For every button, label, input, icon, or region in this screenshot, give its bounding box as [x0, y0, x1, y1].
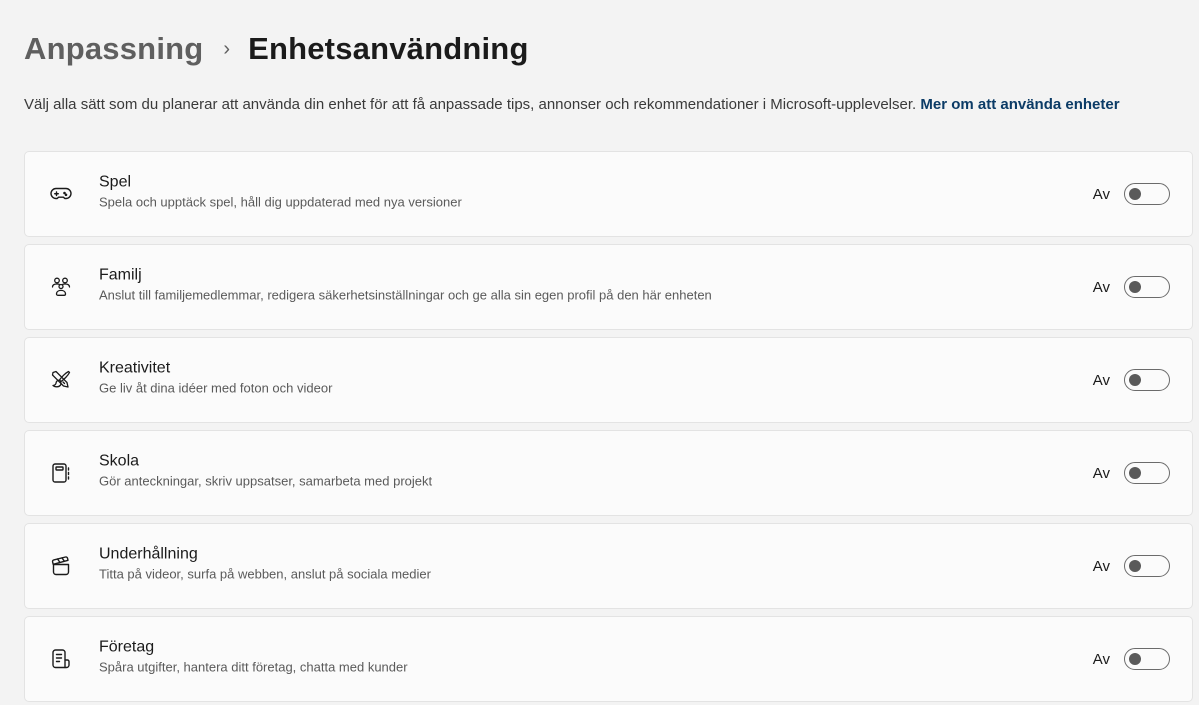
toggle-state-label: Av [1092, 278, 1110, 296]
toggle-group: Av [1093, 555, 1170, 577]
creativity-toggle[interactable] [1124, 369, 1170, 391]
toggle-group: Av [1093, 369, 1170, 391]
page-title: Enhetsanvändning [248, 31, 529, 66]
toggle-knob [1129, 653, 1141, 665]
family-icon [49, 275, 73, 299]
settings-page: Anpassning › Enhetsanvändning Välj alla … [0, 0, 1199, 705]
toggle-group: Av [1093, 276, 1170, 298]
card-subtitle: Titta på videor, surfa på webben, anslut… [99, 566, 431, 582]
gamepad-icon [49, 182, 73, 206]
entertainment-toggle[interactable] [1124, 555, 1170, 577]
toggle-group: Av [1093, 462, 1170, 484]
card-text: Företag Spåra utgifter, hantera ditt för… [99, 638, 408, 677]
card-title: Underhållning [99, 545, 198, 563]
card-subtitle: Anslut till familjemedlemmar, redigera s… [99, 287, 712, 303]
learn-more-link[interactable]: Mer om att använda enheter [920, 96, 1119, 113]
card-text: Skola Gör anteckningar, skriv uppsatser,… [99, 452, 432, 491]
card-family: Familj Anslut till familjemedlemmar, red… [24, 244, 1193, 330]
card-title: Företag [99, 638, 155, 656]
toggle-knob [1129, 467, 1141, 479]
toggle-knob [1129, 374, 1141, 386]
card-gaming: Spel Spela och upptäck spel, håll dig up… [24, 151, 1193, 237]
toggle-state-label: Av [1092, 464, 1110, 482]
toggle-state-label: Av [1092, 185, 1110, 203]
gaming-toggle[interactable] [1124, 183, 1170, 205]
toggle-knob [1129, 188, 1141, 200]
card-creativity: Kreativitet Ge liv åt dina idéer med fot… [24, 337, 1193, 423]
chevron-right-icon: › [223, 38, 231, 60]
toggle-state-label: Av [1092, 650, 1110, 668]
breadcrumb: Anpassning › Enhetsanvändning [24, 24, 529, 74]
business-toggle[interactable] [1124, 648, 1170, 670]
device-usage-list: Spel Spela och upptäck spel, håll dig up… [24, 151, 1193, 705]
card-subtitle: Ge liv åt dina idéer med foton och video… [99, 380, 333, 396]
description-text: Välj alla sätt som du planerar att använ… [24, 96, 917, 113]
toggle-knob [1129, 560, 1141, 572]
card-subtitle: Spela och upptäck spel, håll dig uppdate… [99, 194, 462, 210]
card-business: Företag Spåra utgifter, hantera ditt för… [24, 616, 1193, 702]
toggle-knob [1129, 281, 1141, 293]
toggle-group: Av [1093, 648, 1170, 670]
card-text: Spel Spela och upptäck spel, håll dig up… [99, 173, 462, 212]
card-entertainment: Underhållning Titta på videor, surfa på … [24, 523, 1193, 609]
notebook-icon [49, 461, 73, 485]
card-school: Skola Gör anteckningar, skriv uppsatser,… [24, 430, 1193, 516]
card-title: Spel [99, 173, 132, 191]
card-title: Kreativitet [99, 359, 171, 377]
page-description: Välj alla sätt som du planerar att använ… [24, 94, 1174, 115]
brush-pen-icon [49, 368, 73, 392]
toggle-group: Av [1093, 183, 1170, 205]
toggle-state-label: Av [1092, 557, 1110, 575]
card-subtitle: Spåra utgifter, hantera ditt företag, ch… [99, 659, 408, 675]
family-toggle[interactable] [1124, 276, 1170, 298]
card-text: Familj Anslut till familjemedlemmar, red… [99, 266, 712, 305]
card-subtitle: Gör anteckningar, skriv uppsatser, samar… [99, 473, 433, 489]
school-toggle[interactable] [1124, 462, 1170, 484]
toggle-state-label: Av [1092, 371, 1110, 389]
card-title: Familj [99, 266, 142, 284]
receipt-icon [49, 647, 73, 671]
card-title: Skola [99, 452, 140, 470]
card-text: Underhållning Titta på videor, surfa på … [99, 545, 431, 584]
card-text: Kreativitet Ge liv åt dina idéer med fot… [99, 359, 332, 398]
clapperboard-icon [49, 554, 73, 578]
breadcrumb-parent[interactable]: Anpassning [24, 31, 203, 67]
